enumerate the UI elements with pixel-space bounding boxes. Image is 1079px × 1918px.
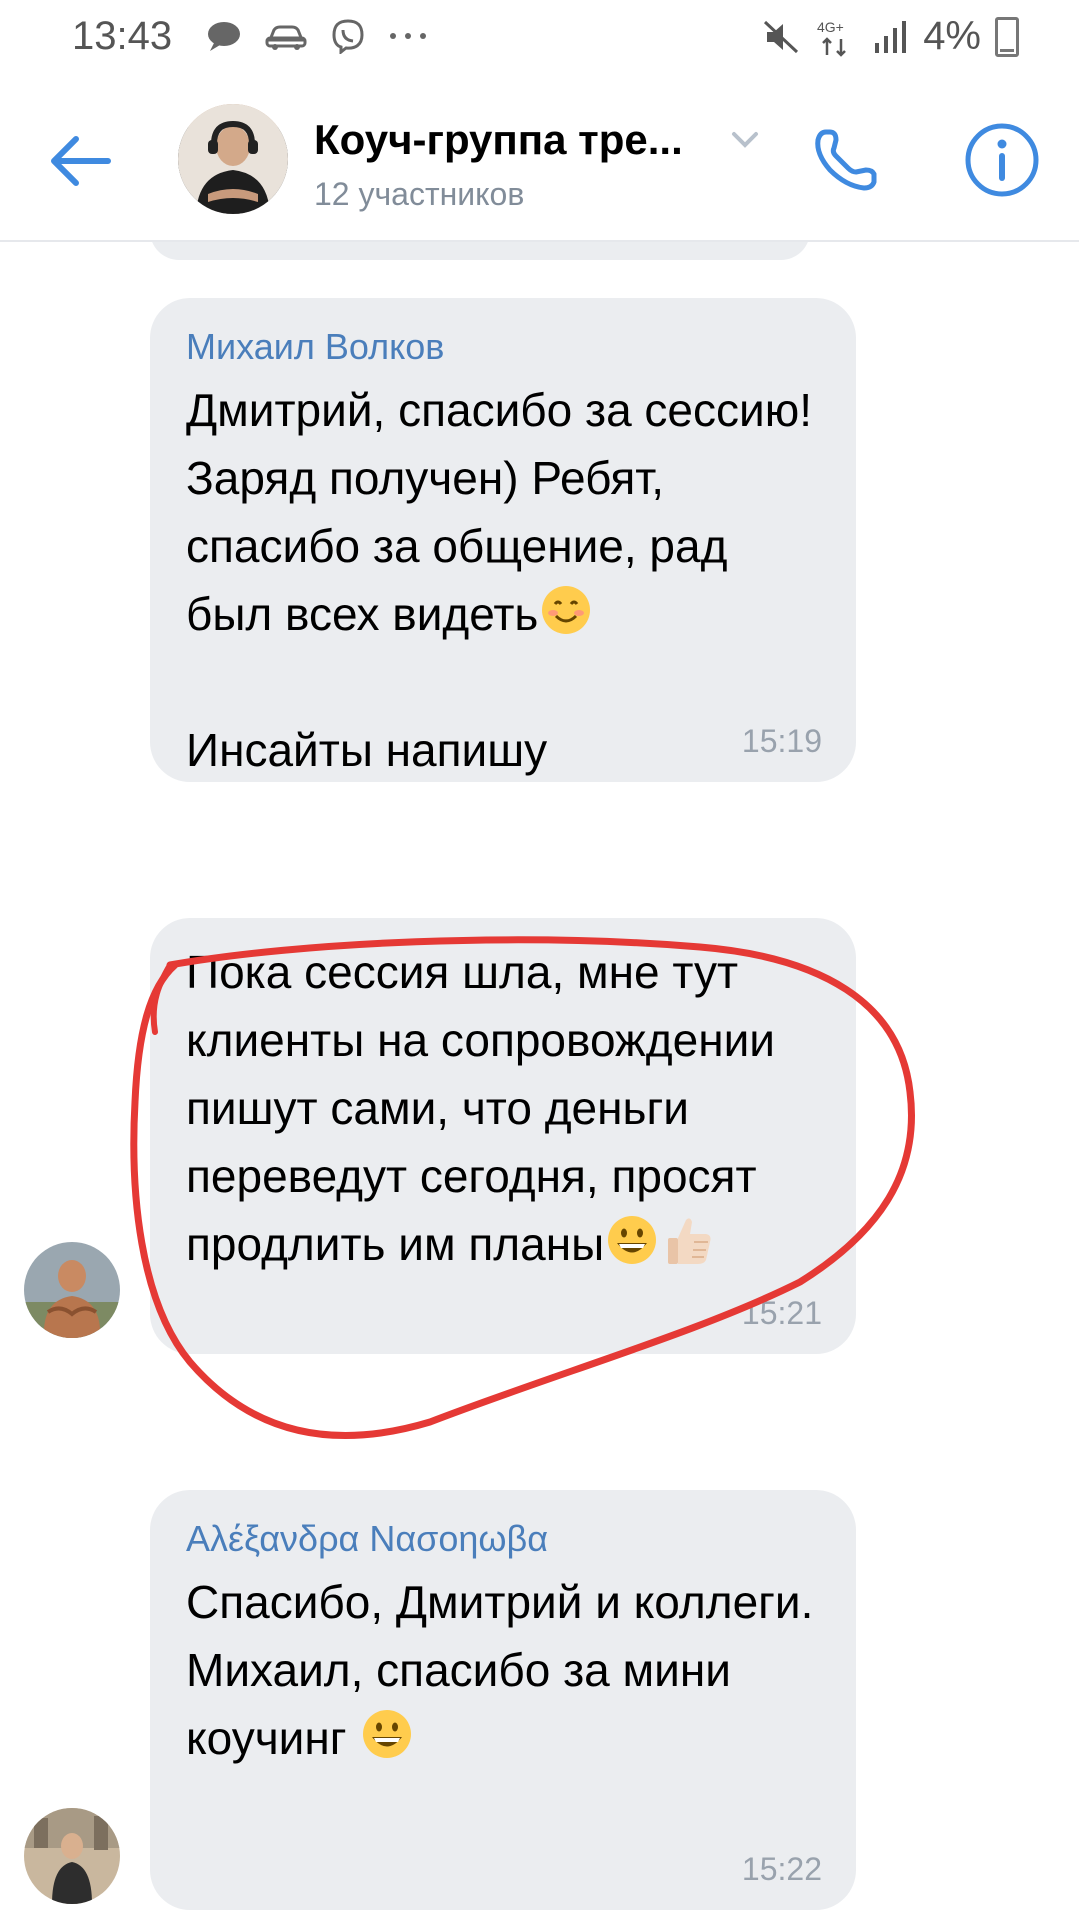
more-dots-icon bbox=[390, 33, 426, 39]
info-icon[interactable] bbox=[962, 120, 1042, 200]
sender-name[interactable]: Михаил Волков bbox=[186, 326, 826, 368]
viber-icon bbox=[332, 19, 364, 54]
chat-bubble-icon bbox=[208, 22, 240, 51]
member-avatar[interactable] bbox=[24, 1808, 120, 1904]
battery-icon bbox=[995, 16, 1019, 57]
message-time: 15:19 bbox=[741, 723, 822, 759]
status-bar: 13:43 4G+ 4% bbox=[0, 0, 1079, 80]
battery-percent: 4% bbox=[923, 14, 981, 58]
chevron-down-icon[interactable] bbox=[730, 128, 760, 152]
notification-icons bbox=[206, 18, 428, 54]
group-avatar[interactable] bbox=[178, 104, 288, 214]
signal-icon bbox=[875, 20, 907, 53]
message-bubble[interactable]: Пока сессия шла, мне тут клиенты на сопр… bbox=[150, 918, 856, 1354]
avatar-photo bbox=[24, 1808, 120, 1904]
network-4g-icon: 4G+ bbox=[817, 19, 847, 57]
message-list[interactable]: Михаил Волков Дмитрий, спасибо за сессию… bbox=[0, 242, 1079, 1918]
avatar-photo bbox=[24, 1242, 120, 1338]
grin-emoji-icon bbox=[608, 1216, 657, 1264]
svg-text:4G+: 4G+ bbox=[817, 19, 844, 35]
avatar-photo bbox=[178, 104, 288, 214]
members-count: 12 участников bbox=[314, 176, 525, 212]
sender-name[interactable]: Αλέξανδρα Νασοηωβα bbox=[186, 1518, 826, 1560]
message-bubble[interactable]: Αλέξανδρα Νασοηωβα Спасибо, Дмитрий и ко… bbox=[150, 1490, 856, 1910]
message-text: Спасибо, Дмитрий и коллеги. Михаил, спас… bbox=[186, 1568, 826, 1772]
member-avatar[interactable] bbox=[24, 1242, 120, 1338]
message-time: 15:22 bbox=[741, 1851, 822, 1887]
phone-icon[interactable] bbox=[806, 120, 886, 200]
message-bubble[interactable]: Михаил Волков Дмитрий, спасибо за сессию… bbox=[150, 298, 856, 782]
thumbs-up-emoji-icon bbox=[668, 1218, 711, 1264]
status-time: 13:43 bbox=[72, 14, 173, 58]
grin-emoji-icon bbox=[363, 1710, 412, 1758]
car-icon bbox=[265, 25, 307, 50]
smile-emoji-icon bbox=[542, 586, 591, 634]
message-text: Дмитрий, спасибо за сессию! Заряд получе… bbox=[186, 376, 826, 648]
system-icons: 4G+ 4% bbox=[761, 14, 1019, 59]
chat-title[interactable]: Коуч-группа тре... bbox=[314, 116, 683, 164]
message-text: Пока сессия шла, мне тут клиенты на сопр… bbox=[186, 938, 826, 1278]
message-time: 15:21 bbox=[741, 1295, 822, 1331]
message-body: Дмитрий, спасибо за сессию! Заряд получе… bbox=[186, 384, 825, 640]
message-body: Спасибо, Дмитрий и коллеги. Михаил, спас… bbox=[186, 1576, 814, 1764]
previous-message-bubble bbox=[150, 242, 810, 260]
back-arrow-icon[interactable] bbox=[46, 126, 116, 196]
message-text-second: Инсайты напишу bbox=[186, 724, 548, 776]
chat-header: Коуч-группа тре... 12 участников bbox=[0, 80, 1079, 242]
mute-icon bbox=[764, 20, 799, 53]
